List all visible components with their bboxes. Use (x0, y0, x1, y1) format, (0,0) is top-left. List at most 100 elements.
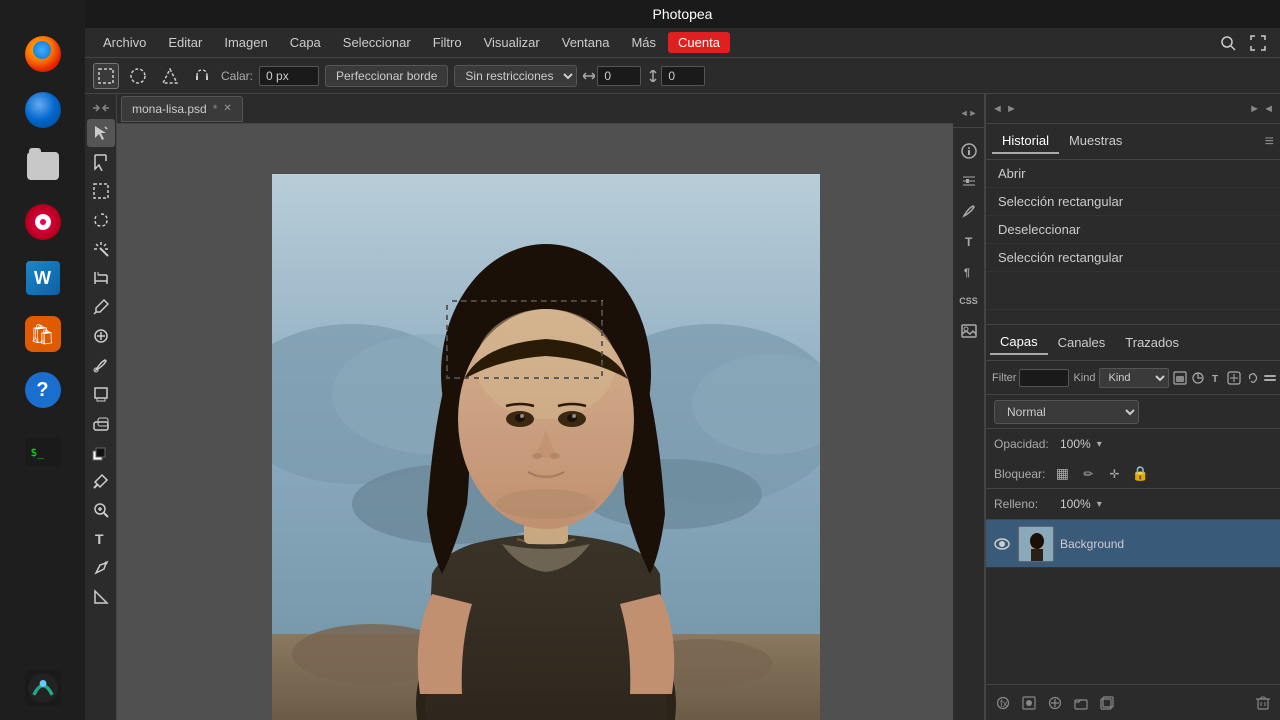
layer-visibility-toggle[interactable] (992, 534, 1012, 554)
taskbar-libreoffice[interactable]: W (19, 254, 67, 302)
tab-muestras[interactable]: Muestras (1059, 129, 1132, 154)
tab-trazados[interactable]: Trazados (1115, 331, 1189, 354)
menu-archivo[interactable]: Archivo (93, 32, 156, 53)
hist-item-0[interactable]: Abrir (986, 160, 1280, 188)
tool-opt-ellipse[interactable] (125, 63, 151, 89)
opacity-dropdown[interactable]: ▾ (1097, 439, 1102, 450)
layer-more-icon[interactable] (1263, 367, 1277, 389)
hist-item-3[interactable]: Selección rectangular (986, 244, 1280, 272)
layer-adjust-icon[interactable] (1191, 367, 1205, 389)
taskbar-music[interactable] (19, 198, 67, 246)
menu-mas[interactable]: Más (621, 32, 666, 53)
tab-canales[interactable]: Canales (1048, 331, 1116, 354)
lock-transparent-icon[interactable]: ▦ (1053, 465, 1071, 483)
layer-thumb-icon[interactable] (1173, 367, 1187, 389)
tool-fill[interactable] (87, 467, 115, 495)
menu-bar: Archivo Editar Imagen Capa Seleccionar F… (85, 28, 1280, 58)
menu-visualizar[interactable]: Visualizar (474, 32, 550, 53)
taskbar-files[interactable] (19, 142, 67, 190)
lock-position-icon[interactable]: ✛ (1105, 465, 1123, 483)
tool-opt-magnet[interactable] (189, 63, 215, 89)
lock-image-icon[interactable]: ✏ (1079, 465, 1097, 483)
fill-dropdown[interactable]: ▾ (1097, 499, 1102, 510)
hist-item-2[interactable]: Deseleccionar (986, 216, 1280, 244)
restricciones-select[interactable]: Sin restricciones Cuadrado Proporción fi… (454, 65, 577, 87)
tool-opt-rect[interactable] (93, 63, 119, 89)
taskbar-firefox[interactable] (19, 30, 67, 78)
levels-icon-btn[interactable] (956, 168, 982, 194)
canvas-tab-close[interactable]: ✕ (223, 103, 231, 114)
lock-label: Bloquear: (994, 467, 1045, 481)
add-layer-style[interactable]: fx (992, 692, 1014, 714)
tool-brush[interactable] (87, 351, 115, 379)
css-label-btn[interactable]: CSS (956, 288, 982, 314)
tool-eraser[interactable] (87, 409, 115, 437)
tool-lasso[interactable] (87, 206, 115, 234)
rp-collapse-right[interactable]: ► ◄ (1249, 103, 1274, 115)
layer-link-icon[interactable] (1245, 367, 1259, 389)
fullscreen-button[interactable] (1244, 29, 1272, 57)
fill-value: 100% (1060, 497, 1091, 511)
rp-collapse-left[interactable]: ◄ ► (992, 103, 1017, 115)
tool-opt-poly[interactable] (157, 63, 183, 89)
brush-icon-btn[interactable] (956, 198, 982, 224)
taskbar-help[interactable]: ? (19, 366, 67, 414)
tool-healing[interactable] (87, 322, 115, 350)
tools-collapse[interactable] (87, 98, 115, 118)
tool-path-select[interactable] (87, 583, 115, 611)
menu-seleccionar[interactable]: Seleccionar (333, 32, 421, 53)
taskbar-thunderbird[interactable] (19, 86, 67, 134)
text-icon-btn[interactable]: T (956, 228, 982, 254)
tool-eyedropper[interactable] (87, 293, 115, 321)
menu-editar[interactable]: Editar (158, 32, 212, 53)
blend-mode-select[interactable]: Normal Disolver Oscurecer Multiplicar Gr… (994, 400, 1139, 424)
tab-historial[interactable]: Historial (992, 129, 1059, 154)
image-icon-btn[interactable] (956, 318, 982, 344)
fill-label: Relleno: (994, 497, 1054, 511)
menu-capa[interactable]: Capa (280, 32, 331, 53)
menu-imagen[interactable]: Imagen (214, 32, 277, 53)
tool-colors[interactable] (87, 438, 115, 466)
tool-zoom[interactable] (87, 496, 115, 524)
lock-all-icon[interactable]: 🔒 (1131, 465, 1149, 483)
canvas-tab-monalisa[interactable]: mona-lisa.psd * ✕ (121, 96, 243, 122)
search-button[interactable] (1214, 29, 1242, 57)
right-collapse-left[interactable]: ◄► (953, 98, 984, 128)
tool-select-move[interactable] (87, 119, 115, 147)
layer-effects-icon[interactable] (1227, 367, 1241, 389)
info-icon-btn[interactable] (956, 138, 982, 164)
menu-ventana[interactable]: Ventana (552, 32, 620, 53)
menu-filtro[interactable]: Filtro (423, 32, 472, 53)
tab-capas[interactable]: Capas (990, 330, 1048, 355)
delete-layer-btn[interactable] (1252, 692, 1274, 714)
filter-input[interactable] (1019, 369, 1069, 387)
hist-item-1[interactable]: Selección rectangular (986, 188, 1280, 216)
taskbar-terminal[interactable]: $_ (19, 428, 67, 476)
canvas-viewport[interactable] (117, 124, 953, 720)
calar-input[interactable] (259, 66, 319, 86)
layer-background[interactable]: Background (986, 520, 1280, 568)
tool-rect-select[interactable] (87, 177, 115, 205)
new-fill-layer-btn[interactable] (1044, 692, 1066, 714)
kind-select[interactable]: Kind Pixel Adjustments Type Shape Smart … (1099, 368, 1169, 388)
tool-crop[interactable] (87, 264, 115, 292)
para-icon-btn[interactable]: ¶ (956, 258, 982, 284)
width-input[interactable] (597, 66, 641, 86)
taskbar-photopea[interactable] (19, 664, 67, 712)
height-input[interactable] (661, 66, 705, 86)
filter-field: Filter (992, 369, 1069, 387)
menu-cuenta[interactable]: Cuenta (668, 32, 730, 53)
layer-thumbnail (1018, 526, 1054, 562)
taskbar-appstore[interactable]: 🛍 (19, 310, 67, 358)
tool-text[interactable]: T (87, 525, 115, 553)
history-menu-icon[interactable]: ≡ (1265, 133, 1274, 151)
tool-pen[interactable] (87, 554, 115, 582)
tool-arrow-move[interactable] (87, 148, 115, 176)
perfeccionar-btn[interactable]: Perfeccionar borde (325, 65, 448, 87)
new-layer-btn[interactable] (1096, 692, 1118, 714)
tool-magic-wand[interactable] (87, 235, 115, 263)
new-group-btn[interactable] (1070, 692, 1092, 714)
tool-stamp[interactable] (87, 380, 115, 408)
layer-text-icon[interactable]: T (1209, 367, 1223, 389)
add-mask-btn[interactable] (1018, 692, 1040, 714)
